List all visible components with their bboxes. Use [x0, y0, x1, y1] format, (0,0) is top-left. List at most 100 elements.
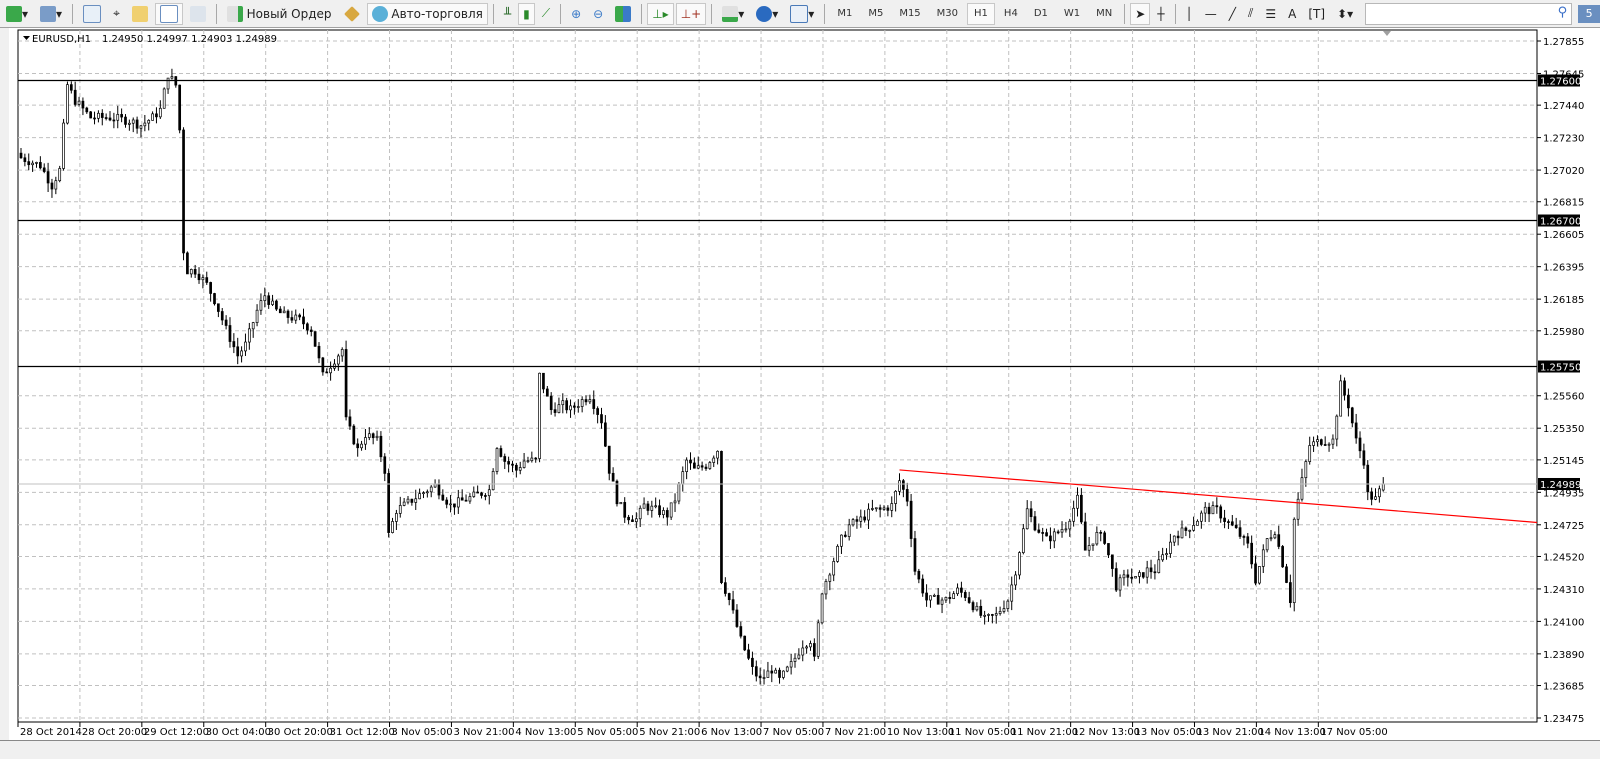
- candle-body: [1068, 520, 1072, 530]
- candle-body: [27, 161, 31, 166]
- candle-body: [236, 346, 240, 357]
- trendline-button[interactable]: ╱: [1224, 3, 1241, 25]
- chart-shift-button[interactable]: ⊥▸: [647, 2, 674, 25]
- candle-body: [398, 505, 402, 514]
- text-button[interactable]: A: [1283, 3, 1301, 25]
- navigator-button[interactable]: ⌖: [108, 3, 125, 25]
- crosshair-button[interactable]: ┼: [1152, 3, 1169, 25]
- candle-body: [1095, 531, 1099, 545]
- candle-body: [449, 503, 452, 506]
- timeframe-w1[interactable]: W1: [1057, 3, 1087, 25]
- search-input[interactable]: ⚲: [1365, 2, 1573, 25]
- price-chart[interactable]: 1.278551.276451.274401.272301.270201.268…: [9, 28, 1600, 740]
- candle-body: [925, 592, 928, 601]
- y-tick-label: 1.24520: [1543, 552, 1584, 563]
- candle: [743, 635, 747, 652]
- candlesticks-button[interactable]: ▮: [518, 2, 535, 25]
- templates-button[interactable]: ▾: [785, 3, 819, 25]
- x-tick-label: 30 Oct 20:00: [268, 727, 333, 738]
- candle-body: [905, 489, 909, 502]
- strategy-tester-button[interactable]: [185, 3, 211, 25]
- zoom-in-icon: ⊕: [571, 6, 582, 21]
- fibonacci-button[interactable]: ☰: [1260, 3, 1281, 25]
- timeframe-m1[interactable]: M1: [830, 3, 859, 25]
- plot-area: [17, 29, 1538, 723]
- profiles-button[interactable]: ▾: [35, 3, 67, 25]
- favorites-button[interactable]: [127, 3, 153, 25]
- candle-body: [820, 593, 824, 624]
- candle-body: [952, 593, 956, 599]
- timeframe-h4[interactable]: H4: [997, 3, 1025, 25]
- candle-body: [983, 614, 986, 617]
- candle-body: [874, 507, 878, 510]
- candle-body: [1049, 535, 1052, 542]
- timeframe-h1[interactable]: H1: [967, 2, 995, 25]
- zoom-out-button[interactable]: ⊖: [588, 3, 608, 25]
- auto-trading-button[interactable]: Авто-торговля: [366, 2, 488, 25]
- data-window-button[interactable]: [154, 2, 183, 25]
- candle-body: [588, 399, 592, 403]
- candle-body: [693, 462, 696, 469]
- new-order-button[interactable]: Новый Ордер: [222, 3, 337, 25]
- timeframe-m30[interactable]: M30: [930, 3, 965, 25]
- tile-windows-button[interactable]: [610, 3, 636, 25]
- candle-body: [743, 635, 747, 651]
- candle-body: [627, 516, 630, 521]
- timeframe-m15[interactable]: M15: [892, 3, 927, 25]
- candle-body: [882, 507, 886, 510]
- candle-body: [712, 457, 716, 463]
- candle: [820, 592, 824, 625]
- new-chart-button[interactable]: ▾: [1, 3, 33, 25]
- line-chart-button[interactable]: ⟋: [537, 3, 555, 25]
- equidistant-channel-button[interactable]: ⫽: [1243, 3, 1258, 25]
- chart-window[interactable]: 1.278551.276451.274401.272301.270201.268…: [0, 28, 1600, 740]
- candle-body: [73, 89, 77, 105]
- candle-body: [1103, 532, 1106, 544]
- candle-body: [963, 592, 967, 598]
- text-label-button[interactable]: [T]: [1303, 3, 1330, 25]
- horizontal-line-price-label: 1.26700: [1540, 217, 1581, 228]
- candle-body: [189, 269, 193, 275]
- bar-chart-button[interactable]: ╨: [499, 3, 516, 25]
- candle-body: [395, 513, 398, 522]
- periods-button[interactable]: ▾: [751, 3, 783, 25]
- candle-body: [495, 448, 499, 472]
- vertical-line-button[interactable]: │: [1181, 3, 1198, 25]
- candle-body: [356, 443, 360, 449]
- candle-body: [298, 314, 301, 318]
- candle-body: [1021, 528, 1025, 553]
- candle-body: [569, 405, 572, 411]
- candle-body: [340, 349, 344, 357]
- candle-body: [723, 582, 727, 594]
- metaeditor-button[interactable]: [339, 3, 365, 25]
- candle-body: [39, 162, 42, 169]
- x-tick-label: 12 Nov 13:00: [1073, 727, 1140, 738]
- timeframe-d1[interactable]: D1: [1027, 3, 1055, 25]
- x-tick-label: 28 Oct 2014: [20, 727, 82, 738]
- arrows-button[interactable]: ⬍▾: [1332, 3, 1358, 25]
- candle-body: [673, 500, 677, 504]
- candle-body: [1269, 537, 1273, 540]
- indicators-button[interactable]: ▾: [717, 3, 749, 25]
- candle-body: [1304, 461, 1308, 479]
- candle-body: [1292, 518, 1296, 604]
- candle-body: [662, 510, 665, 516]
- candle-body: [716, 450, 719, 459]
- candle-body: [1223, 517, 1226, 522]
- zoom-in-button[interactable]: ⊕: [566, 3, 586, 25]
- search-icon[interactable]: ⚲: [1558, 5, 1568, 20]
- candle-body: [1196, 520, 1199, 526]
- horizontal-line-button[interactable]: —: [1200, 3, 1222, 25]
- notifications-badge[interactable]: 5: [1578, 4, 1600, 23]
- candle-body: [1176, 535, 1180, 539]
- timeframe-mn[interactable]: MN: [1089, 3, 1119, 25]
- autoscroll-button[interactable]: ⊥+: [675, 2, 707, 25]
- candle-body: [731, 599, 735, 611]
- candle-body: [1033, 516, 1037, 531]
- candle: [344, 340, 348, 421]
- market-watch-button[interactable]: [78, 3, 106, 25]
- candle-body: [855, 519, 859, 522]
- cursor-button[interactable]: ➤: [1130, 2, 1151, 25]
- candle-body: [898, 480, 901, 492]
- timeframe-m5[interactable]: M5: [861, 3, 890, 25]
